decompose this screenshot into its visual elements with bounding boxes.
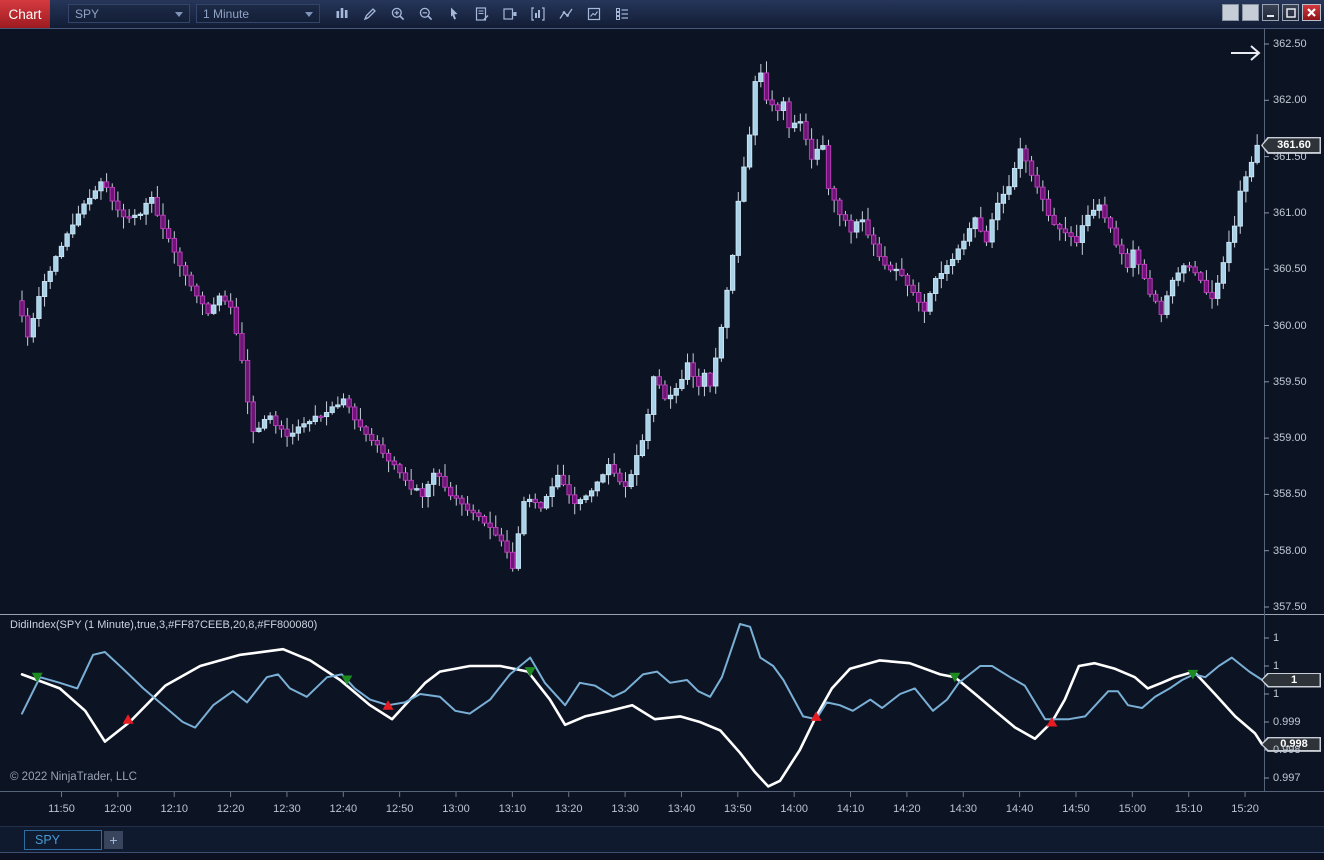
time-tick-label: 12:50 xyxy=(375,803,425,815)
indicator-tick-label: 1 xyxy=(1273,660,1279,672)
data-box-button[interactable] xyxy=(470,2,494,26)
properties-button[interactable] xyxy=(610,2,634,26)
snapshot-button[interactable] xyxy=(582,2,606,26)
minimize-icon xyxy=(1264,6,1277,19)
bottom-tab-bar: SPY + xyxy=(0,826,1324,853)
zoom-out-icon xyxy=(418,6,434,22)
maximize-icon xyxy=(1284,6,1297,19)
toolbar-icon-bar xyxy=(330,2,634,26)
zoom-in-button[interactable] xyxy=(386,2,410,26)
minimize-button[interactable] xyxy=(1262,4,1279,21)
indicator-badge-skyblue-value: 1 xyxy=(1263,674,1320,686)
trendline-icon xyxy=(558,6,574,22)
interval-link-button[interactable] xyxy=(1242,4,1259,21)
chevron-down-icon xyxy=(305,12,313,17)
time-tick-label: 15:00 xyxy=(1107,803,1157,815)
chart-trader-button[interactable] xyxy=(498,2,522,26)
indicator-tick-label: 0.998 xyxy=(1273,744,1301,756)
time-tick-label: 14:00 xyxy=(769,803,819,815)
main-chart-region[interactable] xyxy=(0,28,1264,614)
time-tick-label: 12:00 xyxy=(93,803,143,815)
price-tick-label: 360.50 xyxy=(1273,263,1307,275)
instrument-link-button[interactable] xyxy=(1222,4,1239,21)
indicator-label: DidiIndex(SPY (1 Minute),true,3,#FF87CEE… xyxy=(10,619,317,631)
data-box-icon xyxy=(474,6,490,22)
chart-tab[interactable]: Chart xyxy=(0,0,50,28)
zoom-in-icon xyxy=(390,6,406,22)
window-controls xyxy=(1222,4,1321,21)
window-bottom-edge xyxy=(0,852,1324,860)
price-tick-label: 362.00 xyxy=(1273,94,1307,106)
chart-style-button[interactable] xyxy=(330,2,354,26)
time-tick-label: 12:20 xyxy=(206,803,256,815)
time-tick-label: 14:10 xyxy=(826,803,876,815)
price-tick-label: 360.00 xyxy=(1273,320,1307,332)
tab-spy[interactable]: SPY xyxy=(24,830,102,850)
chart-trader-icon xyxy=(502,6,518,22)
time-tick-label: 11:50 xyxy=(37,803,87,815)
ninjatrader-chart-window: Chart SPY 1 Minute 361.60 DidiIndex(SPY … xyxy=(0,0,1324,860)
indicator-tick-label: 1 xyxy=(1273,632,1279,644)
instrument-link-icon xyxy=(1224,6,1237,19)
time-tick-label: 13:00 xyxy=(431,803,481,815)
time-tick-label: 13:10 xyxy=(487,803,537,815)
maximize-button[interactable] xyxy=(1282,4,1299,21)
time-tick-label: 12:30 xyxy=(262,803,312,815)
indicator-tick-label: 1 xyxy=(1273,688,1279,700)
snapshot-icon xyxy=(586,6,602,22)
copyright-text: © 2022 NinjaTrader, LLC xyxy=(10,771,137,783)
price-tick-label: 359.50 xyxy=(1273,376,1307,388)
time-tick-label: 13:50 xyxy=(713,803,763,815)
interval-value: 1 Minute xyxy=(203,7,249,21)
toolbar: Chart SPY 1 Minute xyxy=(0,0,1324,29)
indicators-icon xyxy=(530,6,546,22)
drawing-tools-icon xyxy=(362,6,378,22)
time-tick-label: 12:40 xyxy=(318,803,368,815)
instrument-selector[interactable]: SPY xyxy=(68,4,190,23)
price-tick-label: 362.50 xyxy=(1273,38,1307,50)
time-tick-label: 15:10 xyxy=(1164,803,1214,815)
price-tick-label: 357.50 xyxy=(1273,601,1307,613)
close-button[interactable] xyxy=(1302,4,1321,21)
zoom-out-button[interactable] xyxy=(414,2,438,26)
time-tick-label: 15:20 xyxy=(1220,803,1270,815)
instrument-value: SPY xyxy=(75,7,99,21)
time-tick-label: 12:10 xyxy=(149,803,199,815)
drawing-tools-button[interactable] xyxy=(358,2,382,26)
tab-spy-label: SPY xyxy=(35,833,60,847)
price-tick-label: 358.00 xyxy=(1273,545,1307,557)
time-tick-label: 13:30 xyxy=(600,803,650,815)
time-tick-label: 14:20 xyxy=(882,803,932,815)
chevron-down-icon xyxy=(175,12,183,17)
price-tick-label: 361.50 xyxy=(1273,151,1307,163)
trendline-button[interactable] xyxy=(554,2,578,26)
time-tick-label: 13:40 xyxy=(656,803,706,815)
chart-tab-label: Chart xyxy=(8,7,41,22)
plus-icon: + xyxy=(109,832,117,848)
indicators-button[interactable] xyxy=(526,2,550,26)
indicator-tick-label: 0.997 xyxy=(1273,772,1301,784)
time-tick-label: 14:50 xyxy=(1051,803,1101,815)
cursor-icon xyxy=(446,6,462,22)
time-tick-label: 14:30 xyxy=(938,803,988,815)
properties-icon xyxy=(614,6,630,22)
indicator-panel-region[interactable] xyxy=(0,615,1264,791)
price-tick-label: 358.50 xyxy=(1273,488,1307,500)
indicator-badge-skyblue: 1 xyxy=(1261,673,1321,688)
interval-selector[interactable]: 1 Minute xyxy=(196,4,320,23)
interval-link-icon xyxy=(1244,6,1257,19)
chart-style-icon xyxy=(334,6,350,22)
go-to-latest-arrow-icon[interactable] xyxy=(1228,42,1266,64)
price-tick-label: 361.00 xyxy=(1273,207,1307,219)
time-tick-label: 14:40 xyxy=(995,803,1045,815)
indicator-tick-label: 0.999 xyxy=(1273,716,1301,728)
close-icon xyxy=(1305,6,1318,19)
price-tick-label: 359.00 xyxy=(1273,432,1307,444)
cursor-button[interactable] xyxy=(442,2,466,26)
add-tab-button[interactable]: + xyxy=(104,831,123,849)
time-tick-label: 13:20 xyxy=(544,803,594,815)
